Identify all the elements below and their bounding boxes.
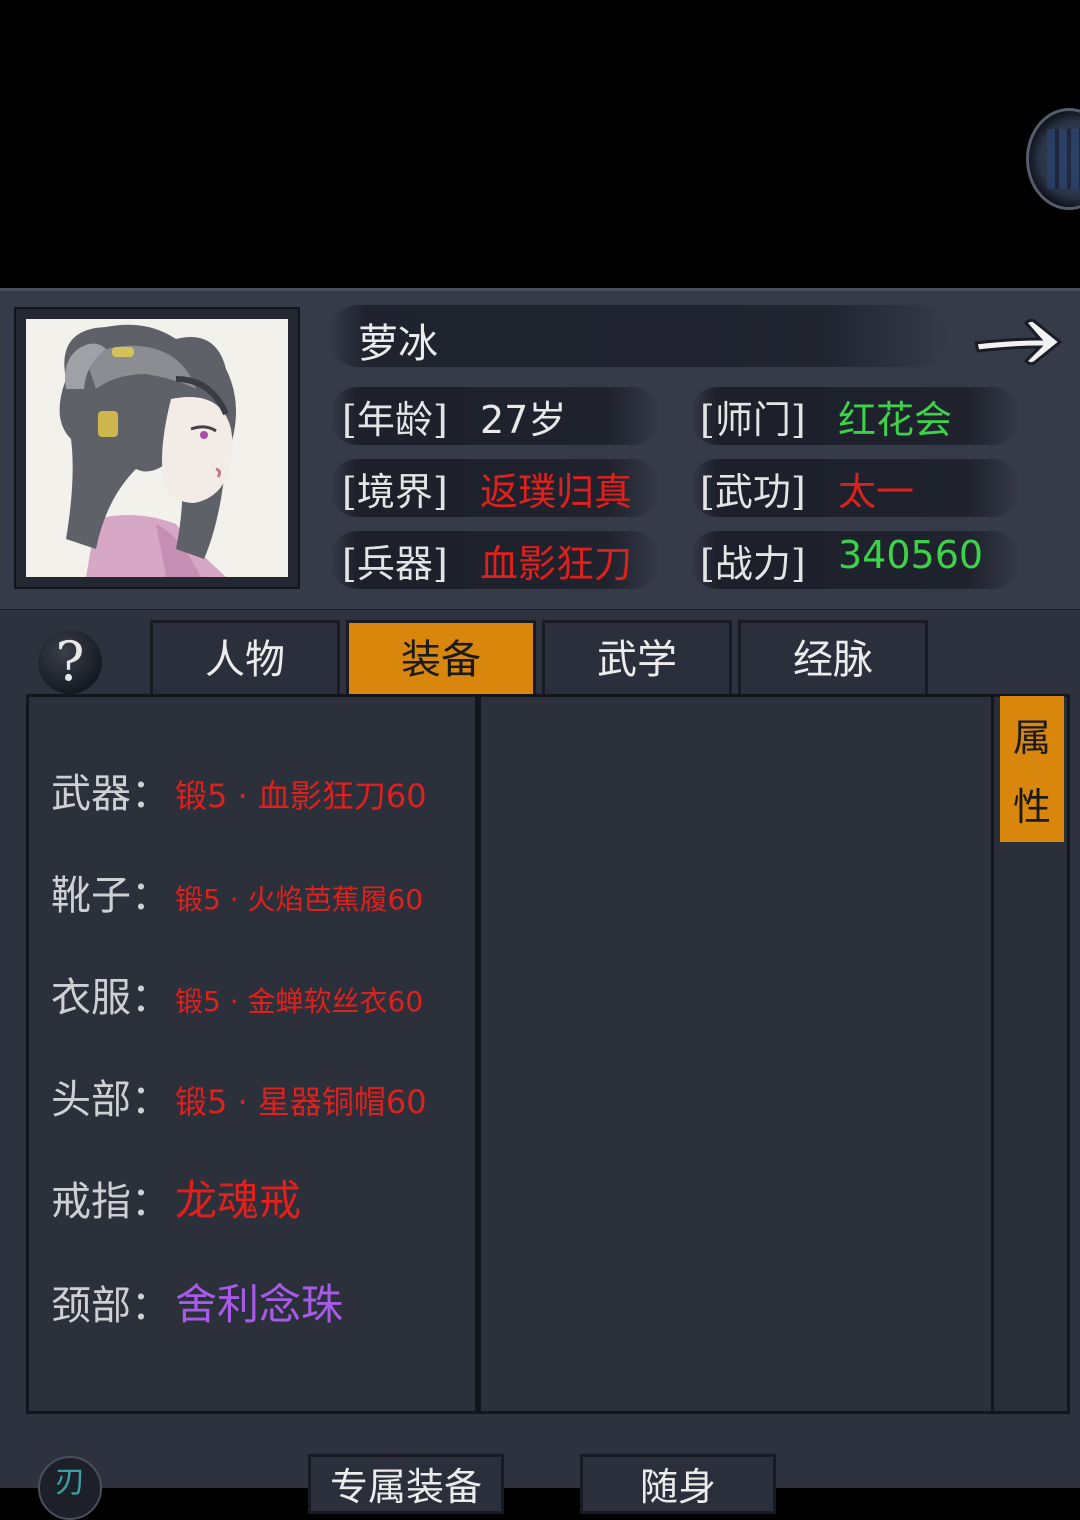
slot-label: 头部： [51, 1077, 171, 1123]
help-button[interactable]: ? [38, 630, 102, 694]
tab-character[interactable]: 人物 [150, 620, 340, 694]
tab-attributes[interactable]: 属 性 [1000, 696, 1064, 842]
tab-martial-arts[interactable]: 武学 [542, 620, 732, 694]
carry-button[interactable]: 随身 [580, 1454, 776, 1514]
weapon-label: [兵器] [342, 542, 448, 586]
equip-slot-weapon[interactable]: 武器： 锻5 · 血影狂刀60 [51, 761, 427, 819]
top-black-area [0, 0, 1080, 288]
slot-item: 锻5 · 星器铜帽60 [175, 1083, 427, 1121]
weapon-value: 血影狂刀 [480, 542, 633, 586]
slot-label: 颈部： [51, 1283, 171, 1329]
equip-slot-head[interactable]: 头部： 锻5 · 星器铜帽60 [51, 1067, 427, 1125]
sect-value: 红花会 [838, 398, 953, 442]
equipment-tabs-area: ? 人物 装备 武学 经脉 武器： 锻5 · 血影狂刀60 靴子： 锻5 · 火焰芭… [0, 610, 1080, 1488]
power-value: 340560 [838, 533, 984, 577]
info-row-realm: [境界] 返璞归真 [武功] 太一 [330, 455, 1050, 517]
slot-label: 戒指： [51, 1179, 171, 1225]
question-icon: ? [55, 630, 85, 693]
attr-tab-char-2: 性 [1012, 785, 1051, 829]
right-arrow-icon [974, 318, 1063, 366]
character-name: 萝冰 [358, 321, 438, 367]
equip-slot-clothes[interactable]: 衣服： 锻5 · 金蝉软丝衣60 [51, 965, 423, 1023]
character-header: 萝冰 [年龄] 27岁 [师门] 红花会 [境界] 返璞归真 [武功] 太一 [… [0, 288, 1080, 613]
equip-slot-neck[interactable]: 颈部：舍利念珠 [51, 1271, 343, 1332]
attr-tab-char-1: 属 [1012, 716, 1051, 760]
tab-meridians[interactable]: 经脉 [738, 620, 928, 694]
martial-label: [武功] [700, 470, 806, 514]
character-portrait [26, 319, 288, 577]
portrait-illustration [26, 319, 288, 577]
equipment-list-panel: 武器： 锻5 · 血影狂刀60 靴子： 锻5 · 火焰芭蕉履60 衣服： 锻5 · 金… [26, 694, 478, 1414]
slot-item: 舍利念珠 [175, 1280, 344, 1329]
equip-slot-boots[interactable]: 靴子： 锻5 · 火焰芭蕉履60 [51, 863, 423, 921]
sect-label: [师门] [700, 398, 806, 442]
slot-label: 衣服： [51, 975, 171, 1021]
slot-item: 锻5 · 火焰芭蕉履60 [175, 883, 424, 916]
bottom-toolbar: 刃 专属装备 随身 [0, 1448, 1080, 1520]
power-label: [战力] [700, 542, 806, 586]
info-row-weapon: [兵器] 血影狂刀 [战力] 340560 [330, 527, 1050, 589]
age-value: 27岁 [480, 398, 567, 442]
slot-item: 龙魂戒 [175, 1176, 302, 1225]
martial-value: 太一 [838, 470, 915, 514]
tab-equipment[interactable]: 装备 [346, 620, 536, 694]
next-arrow-button[interactable] [970, 309, 1066, 373]
item-detail-panel [478, 694, 994, 1414]
slot-label: 靴子： [51, 873, 171, 919]
exclusive-equipment-button[interactable]: 专属装备 [308, 1454, 504, 1514]
info-row-age: [年龄] 27岁 [师门] 红花会 [330, 383, 1050, 445]
slot-label: 武器： [51, 771, 171, 817]
equip-slot-ring[interactable]: 戒指：龙魂戒 [51, 1167, 301, 1228]
portrait-frame [14, 307, 300, 589]
sword-emblem-icon[interactable]: 刃 [38, 1456, 102, 1520]
age-label: [年龄] [342, 398, 448, 442]
slot-item: 锻5 · 金蝉软丝衣60 [175, 985, 424, 1018]
realm-label: [境界] [342, 470, 448, 514]
realm-value: 返璞归真 [480, 470, 633, 514]
slot-item: 锻5 · 血影狂刀60 [175, 777, 427, 815]
